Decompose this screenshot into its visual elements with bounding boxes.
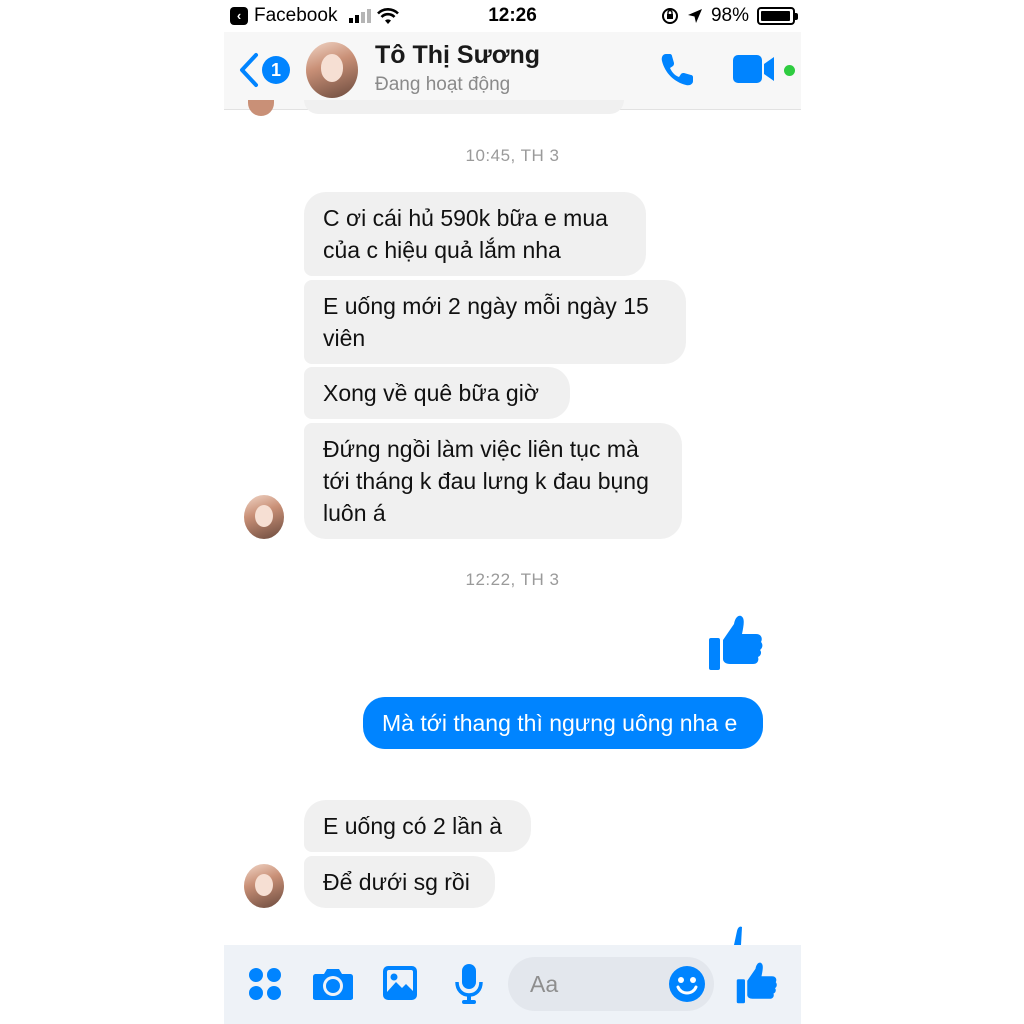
messenger-screen: ‹ Facebook 12:26 98% 1 Tô Thị Sương Đang… [224,0,801,1024]
thumbs-up-icon[interactable] [708,614,764,672]
incoming-message[interactable]: Để dưới sg rồi [304,856,495,908]
sender-avatar[interactable] [244,864,284,908]
smile-icon[interactable] [668,965,706,1003]
message-input-placeholder: Aa [530,971,559,997]
incoming-message[interactable]: C ơi cái hủ 590k bữa e mua của c hiệu qu… [304,192,646,276]
status-right: 98% [661,5,798,27]
message-list[interactable]: 10:45, TH 3 C ơi cái hủ 590k bữa e mua c… [224,100,801,945]
battery-percent: 98% [710,5,749,26]
message-input[interactable]: Aa [508,957,714,1011]
incoming-message[interactable]: E uống mới 2 ngày mỗi ngày 15 viên [304,280,686,364]
incoming-message[interactable]: Đứng ngồi làm việc liên tục mà tới tháng… [304,423,682,539]
timestamp: 12:22, TH 3 [465,570,560,589]
outgoing-message[interactable]: Mà tới thang thì ngưng uông nha e [363,697,763,749]
incoming-message[interactable]: E uống có 2 lần à [304,800,531,852]
grid-icon[interactable] [248,967,282,1001]
composer-bar: Aa [224,945,801,1024]
contact-status: Đang hoạt động [375,74,511,95]
thumbs-up-icon [734,926,742,945]
back-chevron-icon [240,53,258,87]
video-icon[interactable] [732,54,776,84]
contact-avatar[interactable] [306,42,358,98]
online-indicator [784,65,795,76]
camera-icon[interactable] [312,967,354,1001]
contact-name[interactable]: Tô Thị Sương [375,41,540,70]
thumbs-up-icon[interactable] [736,961,778,1005]
conversation-header: 1 Tô Thị Sương Đang hoạt động [224,32,801,110]
status-bar: ‹ Facebook 12:26 98% [224,0,801,32]
rotation-lock-icon [661,8,678,24]
battery-icon [757,7,798,25]
previous-message-bubble [304,100,624,114]
microphone-icon[interactable] [454,963,484,1005]
previous-avatar [248,100,274,116]
location-icon [687,9,702,23]
photo-icon[interactable] [382,965,418,1001]
unread-count-badge: 1 [262,56,290,84]
timestamp: 10:45, TH 3 [465,146,560,165]
phone-icon[interactable] [657,50,697,90]
sender-avatar[interactable] [244,495,284,539]
incoming-message[interactable]: Xong về quê bữa giờ [304,367,570,419]
back-button[interactable]: 1 [238,52,290,88]
